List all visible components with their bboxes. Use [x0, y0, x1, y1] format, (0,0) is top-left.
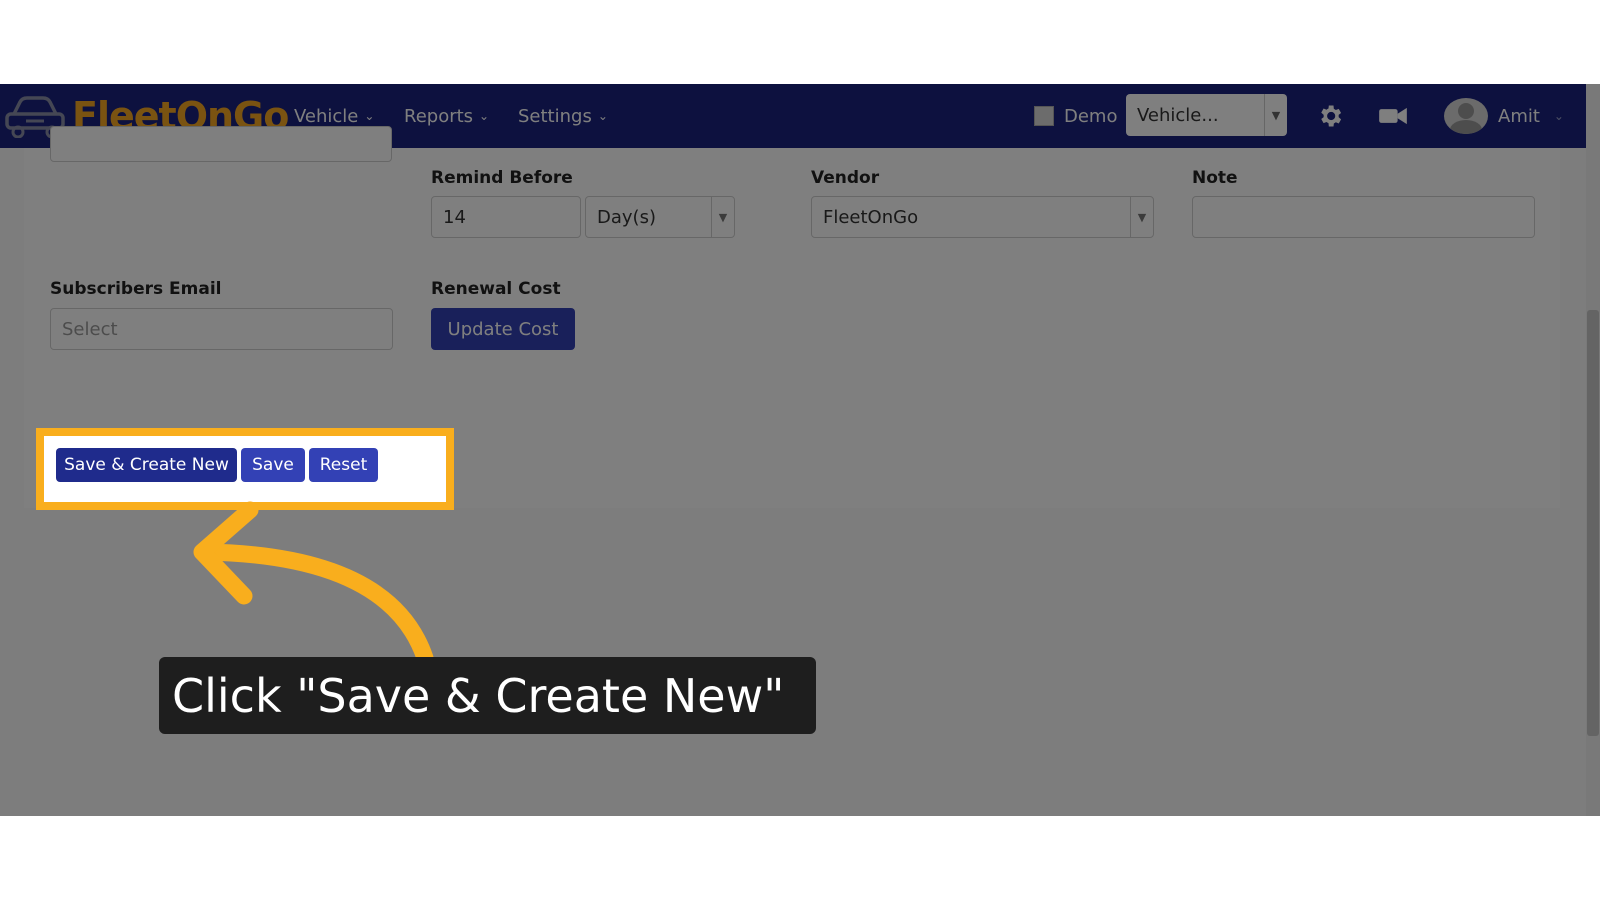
remind-before-input[interactable]: 14 [431, 196, 581, 238]
user-menu[interactable]: Amit ⌄ [1444, 84, 1564, 148]
vendor-select[interactable]: FleetOnGo ▼ [811, 196, 1154, 238]
remind-unit-select[interactable]: Day(s) ▼ [585, 196, 735, 238]
nav-reports[interactable]: Reports ⌄ [404, 84, 489, 148]
nav-settings-label: Settings [518, 105, 592, 127]
demo-label: Demo [1064, 105, 1118, 127]
note-input[interactable] [1192, 196, 1535, 238]
video-camera-icon[interactable] [1378, 102, 1408, 130]
scrollbar[interactable] [1586, 84, 1600, 816]
chevron-down-icon: ⌄ [1553, 109, 1564, 123]
nav-settings[interactable]: Settings ⌄ [518, 84, 608, 148]
chevron-down-icon: ⌄ [479, 109, 490, 123]
partial-input[interactable] [50, 126, 392, 162]
caret-down-icon: ▼ [1130, 197, 1153, 237]
scrollbar-thumb[interactable] [1587, 310, 1599, 736]
vendor-label: Vendor [811, 168, 880, 188]
nav-reports-label: Reports [404, 105, 474, 127]
caret-down-icon: ▼ [711, 197, 734, 237]
reset-button[interactable]: Reset [309, 448, 378, 482]
caret-down-icon: ▼ [1264, 94, 1287, 136]
vehicle-select-value: Vehicle... [1137, 104, 1219, 126]
user-name: Amit [1498, 105, 1540, 127]
demo-toggle[interactable]: Demo [1034, 84, 1117, 148]
highlight-box: Save & Create New Save Reset [36, 428, 454, 510]
subscribers-email-select[interactable]: Select [50, 308, 393, 350]
instruction-text: Click "Save & Create New" [172, 668, 785, 723]
vendor-value: FleetOnGo [823, 206, 919, 228]
subscribers-email-placeholder: Select [62, 318, 118, 340]
chevron-down-icon: ⌄ [364, 109, 375, 123]
save-create-new-button[interactable]: Save & Create New [56, 448, 237, 482]
vehicle-select[interactable]: Vehicle... ▼ [1126, 94, 1287, 136]
gear-icon[interactable] [1316, 102, 1344, 130]
note-label: Note [1192, 168, 1238, 188]
renewal-cost-label: Renewal Cost [431, 279, 561, 299]
instruction-callout: Click "Save & Create New" [159, 657, 816, 734]
remind-before-value: 14 [443, 206, 466, 228]
chevron-down-icon: ⌄ [597, 109, 608, 123]
demo-checkbox[interactable] [1034, 106, 1054, 126]
subscribers-email-label: Subscribers Email [50, 279, 222, 299]
remind-unit-value: Day(s) [597, 206, 656, 228]
avatar [1444, 98, 1488, 134]
save-button[interactable]: Save [241, 448, 305, 482]
update-cost-button[interactable]: Update Cost [431, 308, 575, 350]
nav-vehicle-label: Vehicle [294, 105, 359, 127]
remind-before-label: Remind Before [431, 168, 573, 188]
